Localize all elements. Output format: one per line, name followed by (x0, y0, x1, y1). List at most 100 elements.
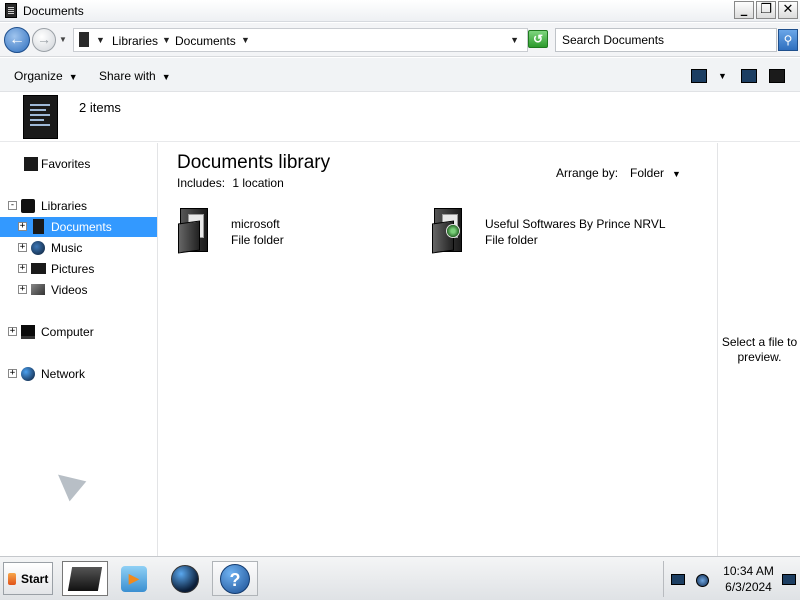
breadcrumb-libraries[interactable]: Libraries (112, 34, 158, 48)
nav-label: Documents (51, 220, 112, 234)
computer-icon (21, 325, 35, 339)
window-title: Documents (23, 4, 84, 18)
title-bar: Documents _ ❐ ✕ (0, 0, 800, 22)
file-name: microsoft (231, 217, 280, 231)
taskbar-help-button[interactable]: ? (212, 561, 258, 596)
address-dropdown-icon[interactable]: ▼ (510, 35, 519, 45)
nav-item-documents[interactable]: + Documents (0, 217, 157, 237)
system-tray: 10:34 AM 6/3/2024 (663, 561, 800, 597)
nav-item-pictures[interactable]: + Pictures (0, 259, 156, 279)
nav-item-music[interactable]: + Music (0, 238, 156, 258)
help-icon[interactable] (769, 69, 785, 83)
includes-locations-link[interactable]: 1 location (232, 176, 283, 190)
folder-icon (178, 208, 212, 254)
refresh-button[interactable]: ↺ (528, 30, 548, 48)
arrange-by-dropdown[interactable]: Folder ▼ (630, 166, 681, 180)
preview-message: Select a file to preview. (721, 335, 798, 364)
expand-icon[interactable]: + (8, 327, 17, 336)
includes-label: Includes: (177, 176, 226, 190)
expand-icon[interactable]: + (18, 243, 27, 252)
search-icon[interactable]: ⚲ (778, 29, 798, 51)
file-item-useful-softwares[interactable]: Useful Softwares By Prince NRVL File fol… (432, 208, 702, 258)
search-box[interactable] (555, 28, 777, 52)
documents-icon (33, 219, 44, 234)
folder-icon (432, 208, 466, 254)
file-type: File folder (485, 233, 538, 247)
file-item-microsoft[interactable]: microsoft File folder (178, 208, 378, 258)
nav-item-computer[interactable]: + Computer (0, 322, 156, 342)
taskbar-browser-button[interactable] (162, 561, 208, 596)
globe-icon (171, 564, 199, 593)
item-count: 2 items (79, 100, 121, 115)
videos-icon (31, 284, 45, 295)
expand-icon[interactable]: + (18, 264, 27, 273)
address-row: ← → ▼ ▼ Libraries ▼ Documents ▼ ▼ ↺ ⚲ (0, 23, 800, 57)
show-desktop-icon[interactable] (782, 574, 796, 585)
library-icon (79, 32, 89, 47)
back-button[interactable]: ← (4, 27, 30, 53)
recent-pages-dropdown[interactable]: ▼ (59, 35, 67, 44)
nav-label: Pictures (51, 262, 95, 276)
help-icon: ? (220, 563, 250, 594)
close-button[interactable]: ✕ (778, 1, 798, 19)
chevron-down-icon: ▼ (672, 169, 681, 179)
forward-button[interactable]: → (32, 28, 56, 52)
nav-label: Network (41, 367, 86, 381)
nav-label: Computer (41, 325, 94, 339)
search-input[interactable] (556, 29, 776, 51)
navigation-pane: Favorites - Libraries + Documents + Musi… (0, 143, 158, 556)
nav-label: Music (51, 241, 83, 255)
taskbar-media-player-button[interactable]: ▶ (111, 561, 157, 596)
preview-pane-icon[interactable] (741, 69, 757, 83)
start-button[interactable]: Start (3, 562, 53, 595)
details-header: 2 items (0, 92, 800, 142)
library-title: Documents library (177, 152, 331, 173)
chevron-down-icon: ▼ (68, 72, 78, 82)
nav-label: Favorites (41, 157, 91, 171)
file-name: Useful Softwares By Prince NRVL (485, 217, 666, 231)
share-with-button[interactable]: Share with ▼ (99, 69, 171, 83)
expand-icon[interactable]: + (18, 285, 27, 294)
arrange-by-value: Folder (630, 166, 665, 180)
documents-icon (5, 3, 17, 18)
window-controls: _ ❐ ✕ (734, 1, 798, 19)
view-options-icon[interactable] (691, 69, 707, 83)
chevron-down-icon[interactable]: ▼ (162, 35, 171, 45)
chevron-down-icon: ▼ (161, 72, 171, 82)
organize-label: Organize (14, 69, 63, 83)
view-dropdown-icon[interactable]: ▼ (718, 71, 727, 81)
nav-item-network[interactable]: + Network (0, 364, 156, 384)
documents-library-icon (23, 95, 58, 139)
expand-icon[interactable]: + (18, 222, 27, 231)
breadcrumb-documents[interactable]: Documents (175, 34, 236, 48)
nav-item-favorites[interactable]: Favorites (0, 154, 156, 174)
nav-label: Libraries (41, 199, 88, 213)
chevron-down-icon[interactable]: ▼ (241, 35, 250, 45)
action-center-icon[interactable] (671, 574, 685, 585)
address-bar[interactable]: ▼ Libraries ▼ Documents ▼ ▼ (73, 28, 528, 52)
expand-icon[interactable]: + (8, 369, 17, 378)
nav-item-videos[interactable]: + Videos (0, 280, 156, 300)
minimize-button[interactable]: _ (734, 1, 754, 19)
organize-button[interactable]: Organize ▼ (14, 69, 78, 83)
arrange-by-label: Arrange by: (556, 166, 619, 180)
pictures-icon (31, 263, 46, 274)
clock[interactable]: 10:34 AM 6/3/2024 (716, 563, 781, 595)
network-status-icon[interactable] (696, 574, 709, 587)
clock-time: 10:34 AM (723, 564, 774, 578)
collapse-icon[interactable]: - (8, 201, 17, 210)
share-with-label: Share with (99, 69, 156, 83)
music-icon (31, 241, 45, 255)
restore-button[interactable]: ❐ (756, 1, 776, 19)
chevron-right-icon[interactable]: ▼ (96, 35, 105, 45)
clock-date: 6/3/2024 (725, 580, 772, 594)
favorites-star-icon (24, 157, 38, 171)
command-bar: Organize ▼ Share with ▼ ▼ (0, 58, 800, 92)
file-list-pane: Documents library Includes: 1 location A… (160, 143, 716, 556)
taskbar: Start ▶ ? 10:34 AM 6/3/2024 (0, 556, 800, 600)
includes-line: Includes: 1 location (177, 176, 284, 190)
nav-item-libraries[interactable]: - Libraries (0, 196, 156, 216)
explorer-icon (67, 566, 103, 591)
file-type: File folder (231, 233, 284, 247)
taskbar-explorer-button[interactable] (62, 561, 108, 596)
